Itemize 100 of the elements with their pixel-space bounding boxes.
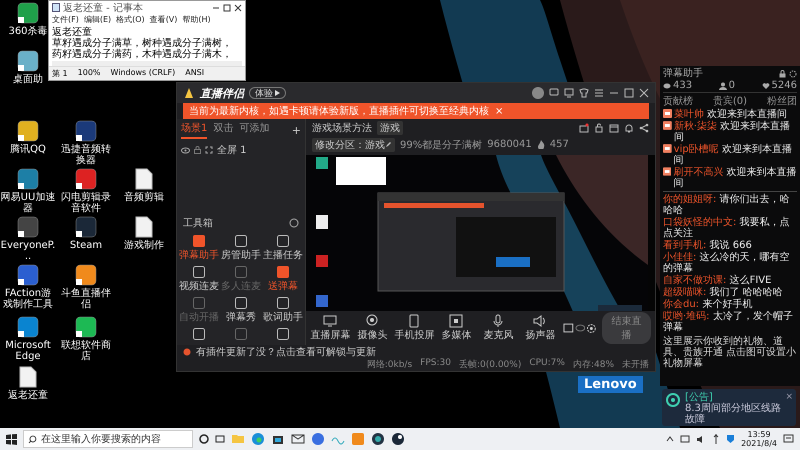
microphone-icon [491,314,506,328]
category-tag: 游戏 [377,120,403,134]
share-icon[interactable] [639,122,649,132]
toolbar-button[interactable]: 麦克风 [478,314,519,342]
monitor-icon [323,314,338,328]
envelope-icon[interactable] [291,432,305,446]
icon-label: 游戏制作 [123,240,165,251]
app-icon [17,316,39,338]
clock[interactable]: 13:59 2021/8/4 [741,430,777,448]
square-icon [192,234,206,248]
chat-message: 超级喵咪: 我们了 哈哈哈哈 [663,287,784,298]
windows-logo-icon[interactable] [6,434,17,444]
play-triangle-icon [275,90,280,96]
category-button[interactable]: 修改分区：游戏 [312,138,395,152]
gift-icon[interactable] [579,122,589,132]
welcome-message: 刷开不高兴 欢迎来到本直播间 [673,167,797,189]
box-icon[interactable] [609,122,619,132]
text-line: 药籽遇成分子满药，木种遇成分子满木， [52,49,233,60]
square-icon [234,265,248,279]
panel-tab[interactable]: 贡献榜 [663,94,693,108]
version-button[interactable]: 体验 [249,87,286,99]
menu-item[interactable]: 格式(O) [116,14,145,26]
chat-message: 小佳佳: 这么冷的天，哪有空的弹幕 [663,252,791,274]
icon-label: 闪电剪辑录音软件 [60,192,112,214]
menu-item[interactable]: 编辑(E) [84,14,112,26]
caret-up-icon[interactable] [666,436,674,442]
menu-item[interactable]: 文件(F) [52,14,79,26]
tool-button[interactable]: 弹幕助手 [178,234,220,262]
toast-text: 8.3周间部分地区线路故障 [685,403,782,425]
shirt-icon[interactable] [579,88,589,98]
toolbar-button[interactable]: 手机投屏 [394,314,435,342]
network-icon[interactable] [680,434,690,444]
lock-icon[interactable] [594,122,604,132]
icon-label: 音频剪辑 [123,192,165,203]
speaker-icon [533,314,548,328]
edge-logo-icon[interactable] [251,432,265,446]
close-button[interactable]: × [785,392,793,402]
toolbar-button[interactable]: 扬声器 [520,314,561,342]
panel-tab[interactable]: 粉丝团 [766,94,797,108]
source-item[interactable]: 全屏 1 [217,143,247,157]
monitor-icon[interactable] [564,88,574,98]
toast-title: [公告] [685,392,714,403]
chat-message: 自家不做功课: 这么FIVE [663,275,772,286]
tool-button[interactable]: 视频连麦 [178,265,220,293]
stat-count: 5246 [772,80,797,91]
video-icon[interactable] [562,323,574,333]
text-area[interactable]: 返老还童 草籽遇成分子满草，树种遇成分子满树， 药籽遇成分子满药，木种遇成分子满木， [49,26,245,61]
close-button[interactable]: × [495,106,504,116]
brand-logo: Lenovo [578,376,643,393]
settings-icon[interactable] [586,322,598,334]
notice-text[interactable]: 有插件更新了没？点击查看可解锁与更新 [196,344,376,358]
task-view-icon[interactable] [215,434,225,444]
app-icon [17,120,39,142]
tool-button[interactable]: 歌词助手 [262,296,304,324]
add-scene-button[interactable]: + [292,124,301,136]
icon-label: 迅捷音频转换器 [60,144,112,166]
maximize-icon[interactable] [223,4,231,12]
file-icon [135,216,153,238]
tool-button[interactable]: 房管助手 [220,234,262,262]
badge-icon [663,144,672,153]
menu-item[interactable]: 帮助(H) [182,14,211,26]
lock-icon[interactable] [779,70,786,78]
square-icon [234,296,248,310]
menu-icon[interactable] [594,88,604,98]
scene-tab[interactable]: 双击 [213,121,234,139]
icon-label: Steam [68,240,104,251]
panel-tab[interactable]: 贵宾(0) [712,94,748,108]
close-icon[interactable] [234,4,242,12]
scene-tab[interactable]: 可添加 [239,121,270,139]
app-icon [75,168,97,190]
bell-icon[interactable] [624,122,634,132]
text-line: 草籽遇成分子满草，树种遇成分子满树， [52,38,233,49]
app-logo-text: 直播伴侣 [200,86,244,100]
close-icon[interactable] [639,88,649,98]
avatar-icon[interactable] [532,87,544,99]
chat-message: 口袋妖怪的中文: 我要私，点点关注 [663,217,791,239]
lock-icon[interactable] [194,146,201,154]
toolbar-button[interactable]: 摄像头 [352,314,393,342]
room-name: 99%都是分子满树 [400,138,482,152]
maximize-icon[interactable] [624,88,634,98]
chat-bubble-icon[interactable] [549,88,559,98]
app-icon [75,264,97,286]
steam-logo-icon[interactable] [391,432,405,446]
refresh-circle-icon[interactable] [289,218,299,228]
status-text: ANSI [185,68,204,79]
speaker-icon [183,348,192,356]
square-icon [234,327,248,341]
tool-button[interactable]: 主播任务 [262,234,304,262]
toolbar-button[interactable]: 直播屏幕 [310,314,351,342]
menu-item[interactable]: 查看(V) [150,14,178,26]
settings-icon[interactable] [789,70,797,78]
notification-icon[interactable] [783,434,794,444]
toolbar-button[interactable]: 多媒体 [436,314,477,342]
scene-tab[interactable]: 场景1 [181,121,208,139]
tool-button[interactable]: 弹幕秀 [220,296,262,324]
circle-icon[interactable] [199,434,209,444]
chat-message: 你会du: 来个好手机 [663,299,754,310]
stat-count: 433 [673,80,692,91]
shield-icon[interactable] [726,434,736,444]
tool-button[interactable]: 送弹幕 [262,265,304,293]
